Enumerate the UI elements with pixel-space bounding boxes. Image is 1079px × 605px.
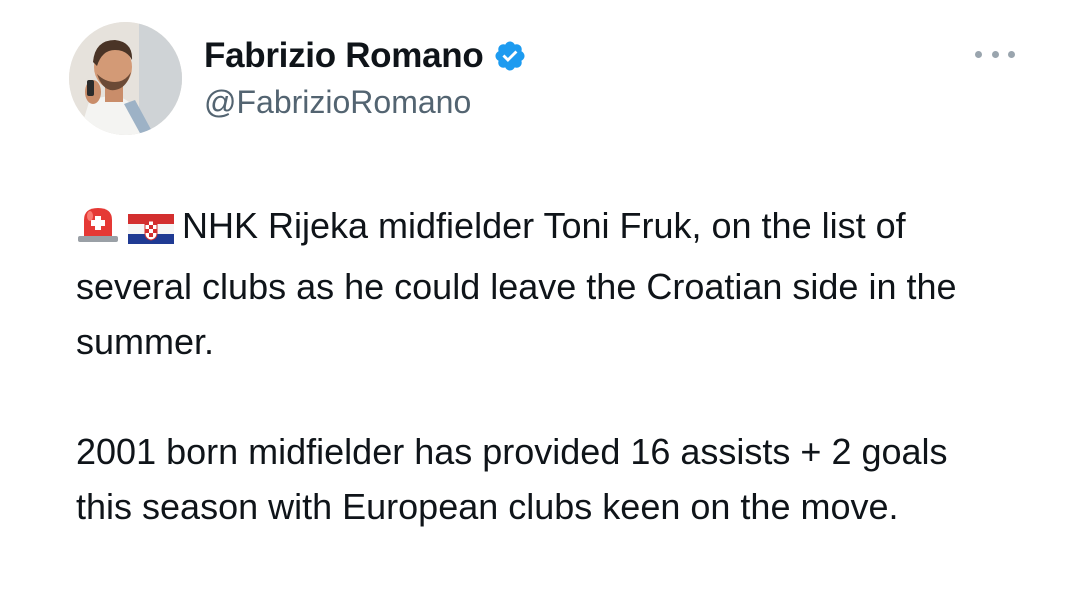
tweet-card: Fabrizio Romano @FabrizioRomano NHK Rije…	[0, 0, 1079, 605]
verified-badge-icon	[493, 39, 527, 73]
more-dot	[991, 50, 999, 58]
more-dot	[1008, 50, 1015, 58]
tweet-paragraph-text: 2001 born midfielder has provided 16 ass…	[76, 431, 948, 527]
author-handle[interactable]: @FabrizioRomano	[204, 82, 471, 122]
tweet-paragraph-text: NHK Rijeka midfielder Toni Fruk, on the …	[76, 205, 957, 362]
author-name-row: Fabrizio Romano	[204, 34, 527, 78]
author-avatar[interactable]	[69, 22, 182, 135]
siren-emoji-icon	[76, 204, 120, 259]
more-options-icon[interactable]	[975, 46, 1015, 62]
croatia-flag-emoji-icon	[128, 204, 174, 259]
more-dot	[975, 50, 982, 58]
author-display-name[interactable]: Fabrizio Romano	[204, 34, 484, 78]
profile-photo-icon	[69, 22, 182, 135]
tweet-paragraph: 2001 born midfielder has provided 16 ass…	[76, 424, 976, 534]
tweet-paragraph: NHK Rijeka midfielder Toni Fruk, on the …	[76, 198, 976, 369]
tweet-text: NHK Rijeka midfielder Toni Fruk, on the …	[76, 198, 976, 534]
